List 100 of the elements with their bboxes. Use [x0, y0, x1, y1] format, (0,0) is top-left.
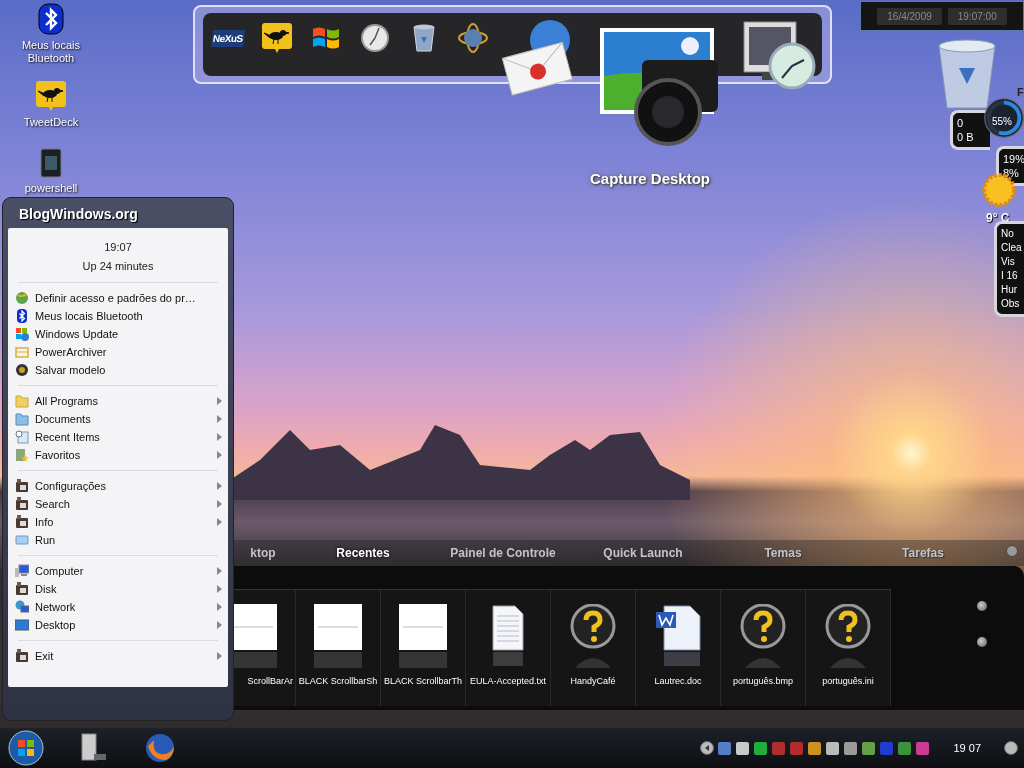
drive-reading: 0 — [957, 116, 965, 130]
camera-photo-icon[interactable] — [598, 26, 720, 146]
tray-icon[interactable] — [897, 740, 913, 756]
weather-line: Clea — [1001, 241, 1020, 255]
file-tile[interactable]: BLACK ScrollbarTh — [381, 590, 466, 706]
menu-item[interactable]: Disk — [14, 580, 222, 598]
bird-icon — [35, 80, 67, 112]
file-name: HandyCafé — [570, 676, 616, 686]
caret-left-icon — [704, 745, 711, 751]
text-document-icon — [491, 604, 525, 668]
drive-reading: 0 B — [957, 130, 975, 144]
logo-text[interactable]: NeXuS — [210, 29, 246, 47]
tray-icon[interactable] — [753, 740, 769, 756]
weather-line: Obs — [1001, 297, 1020, 311]
image-thumbnail — [314, 604, 362, 668]
file-tile[interactable]: português.ini — [806, 590, 891, 706]
weather-line: Hur — [1001, 283, 1019, 297]
menu-item[interactable]: Network — [14, 598, 222, 616]
weather-line: Vis — [1001, 255, 1016, 269]
app-icon — [15, 649, 29, 663]
menu-time: 19:07 — [103, 240, 133, 255]
question-mark-icon — [569, 604, 617, 668]
menu-item[interactable]: Search — [14, 495, 222, 513]
question-mark-icon — [739, 604, 787, 668]
bluetooth-icon — [15, 309, 29, 323]
meter-reading: 55% — [992, 116, 1012, 127]
app-icon — [15, 582, 29, 596]
panel-tab[interactable]: Painel de Controle — [433, 546, 573, 560]
globe-icon — [15, 291, 29, 305]
browser-icon[interactable] — [144, 732, 176, 764]
time-field: 19:07:00 — [947, 7, 1007, 25]
bluetooth-icon — [38, 3, 64, 35]
panel-tab[interactable]: Tarefas — [853, 546, 993, 560]
menu-item[interactable]: Favoritos — [14, 446, 222, 464]
app-icon — [15, 479, 29, 493]
clock-icon[interactable] — [360, 23, 390, 53]
file-name: português.bmp — [732, 676, 793, 686]
desktop-icon-label[interactable]: TweetDeck — [23, 116, 79, 129]
menu-item[interactable]: Exit — [14, 647, 222, 665]
scroll-dot[interactable] — [977, 601, 987, 611]
menu-item[interactable]: Run — [14, 531, 222, 549]
tray-icon[interactable] — [843, 740, 859, 756]
computer-icon — [15, 564, 29, 578]
panel-tab[interactable]: Temas — [713, 546, 853, 560]
menu-item[interactable]: Documents — [14, 410, 222, 428]
menu-item[interactable]: All Programs — [14, 392, 222, 410]
percent-meter — [984, 98, 1024, 138]
menu-item[interactable]: Windows Update — [14, 325, 222, 343]
uptime-text: Up 24 minutes — [81, 259, 155, 274]
gadget-title: F — [1017, 86, 1024, 98]
image-thumbnail — [399, 604, 447, 668]
file-name: BLACK ScrollbarSh — [298, 676, 378, 686]
panel-tab[interactable]: Quick Launch — [573, 546, 713, 560]
windows-flag-icon — [15, 327, 29, 341]
menu-item[interactable]: Desktop — [14, 616, 222, 634]
tray-icon[interactable] — [861, 740, 877, 756]
app-icon — [15, 515, 29, 529]
desktop-icon-label[interactable]: Meus locais Bluetooth — [16, 39, 86, 65]
menu-item[interactable]: Salvar modelo — [14, 361, 222, 379]
tray-icon[interactable] — [825, 740, 841, 756]
tray-icon[interactable] — [807, 740, 823, 756]
question-mark-icon — [824, 604, 872, 668]
file-tile[interactable]: Lautrec.doc — [636, 590, 721, 706]
tray-clock[interactable]: 19 07 — [953, 742, 981, 754]
file-tile[interactable]: BLACK ScrollbarSh — [296, 590, 381, 706]
menu-item[interactable]: Recent Items — [14, 428, 222, 446]
tray-icon[interactable] — [735, 740, 751, 756]
weather-line: No — [1001, 227, 1015, 241]
folder-icon — [15, 412, 29, 426]
file-name: BLACK ScrollbarTh — [384, 676, 462, 686]
menu-item[interactable]: Definir acesso e padrões do pr… — [14, 289, 222, 307]
file-tile[interactable]: português.bmp — [721, 590, 806, 706]
start-orb-icon[interactable] — [8, 730, 44, 766]
word-document-icon — [654, 604, 702, 668]
menu-item[interactable]: Meus locais Bluetooth — [14, 307, 222, 325]
panel-tab[interactable]: Recentes — [293, 546, 433, 560]
file-tile[interactable]: EULA-Accepted.txt — [466, 590, 551, 706]
date-field: 16/4/2009 — [877, 7, 942, 25]
menu-item[interactable]: PowerArchiver — [14, 343, 222, 361]
globe-icon[interactable] — [457, 22, 489, 54]
tray-expand-button[interactable] — [700, 741, 715, 755]
menu-item[interactable]: Configurações — [14, 477, 222, 495]
menu-item[interactable]: Info — [14, 513, 222, 531]
file-name: Lautrec.doc — [654, 676, 702, 686]
scroll-dot[interactable] — [977, 637, 987, 647]
folder-icon — [15, 394, 29, 408]
panel-tab[interactable]: ktop — [233, 546, 293, 560]
file-name: português.ini — [822, 676, 874, 686]
star-folder-icon — [15, 448, 29, 462]
archive-icon — [15, 345, 29, 359]
menu-item[interactable]: Computer — [14, 562, 222, 580]
trash-icon[interactable] — [411, 23, 437, 53]
show-desktop-button[interactable] — [1004, 741, 1018, 755]
file-tile[interactable]: ScrollBarAr — [233, 590, 296, 706]
network-icon — [15, 600, 29, 614]
tray-icon[interactable] — [717, 740, 733, 756]
weather-line: I 16 — [1001, 269, 1019, 283]
desktop-icon — [15, 618, 29, 632]
image-thumbnail — [233, 604, 277, 668]
file-tile[interactable]: HandyCafé — [551, 590, 636, 706]
